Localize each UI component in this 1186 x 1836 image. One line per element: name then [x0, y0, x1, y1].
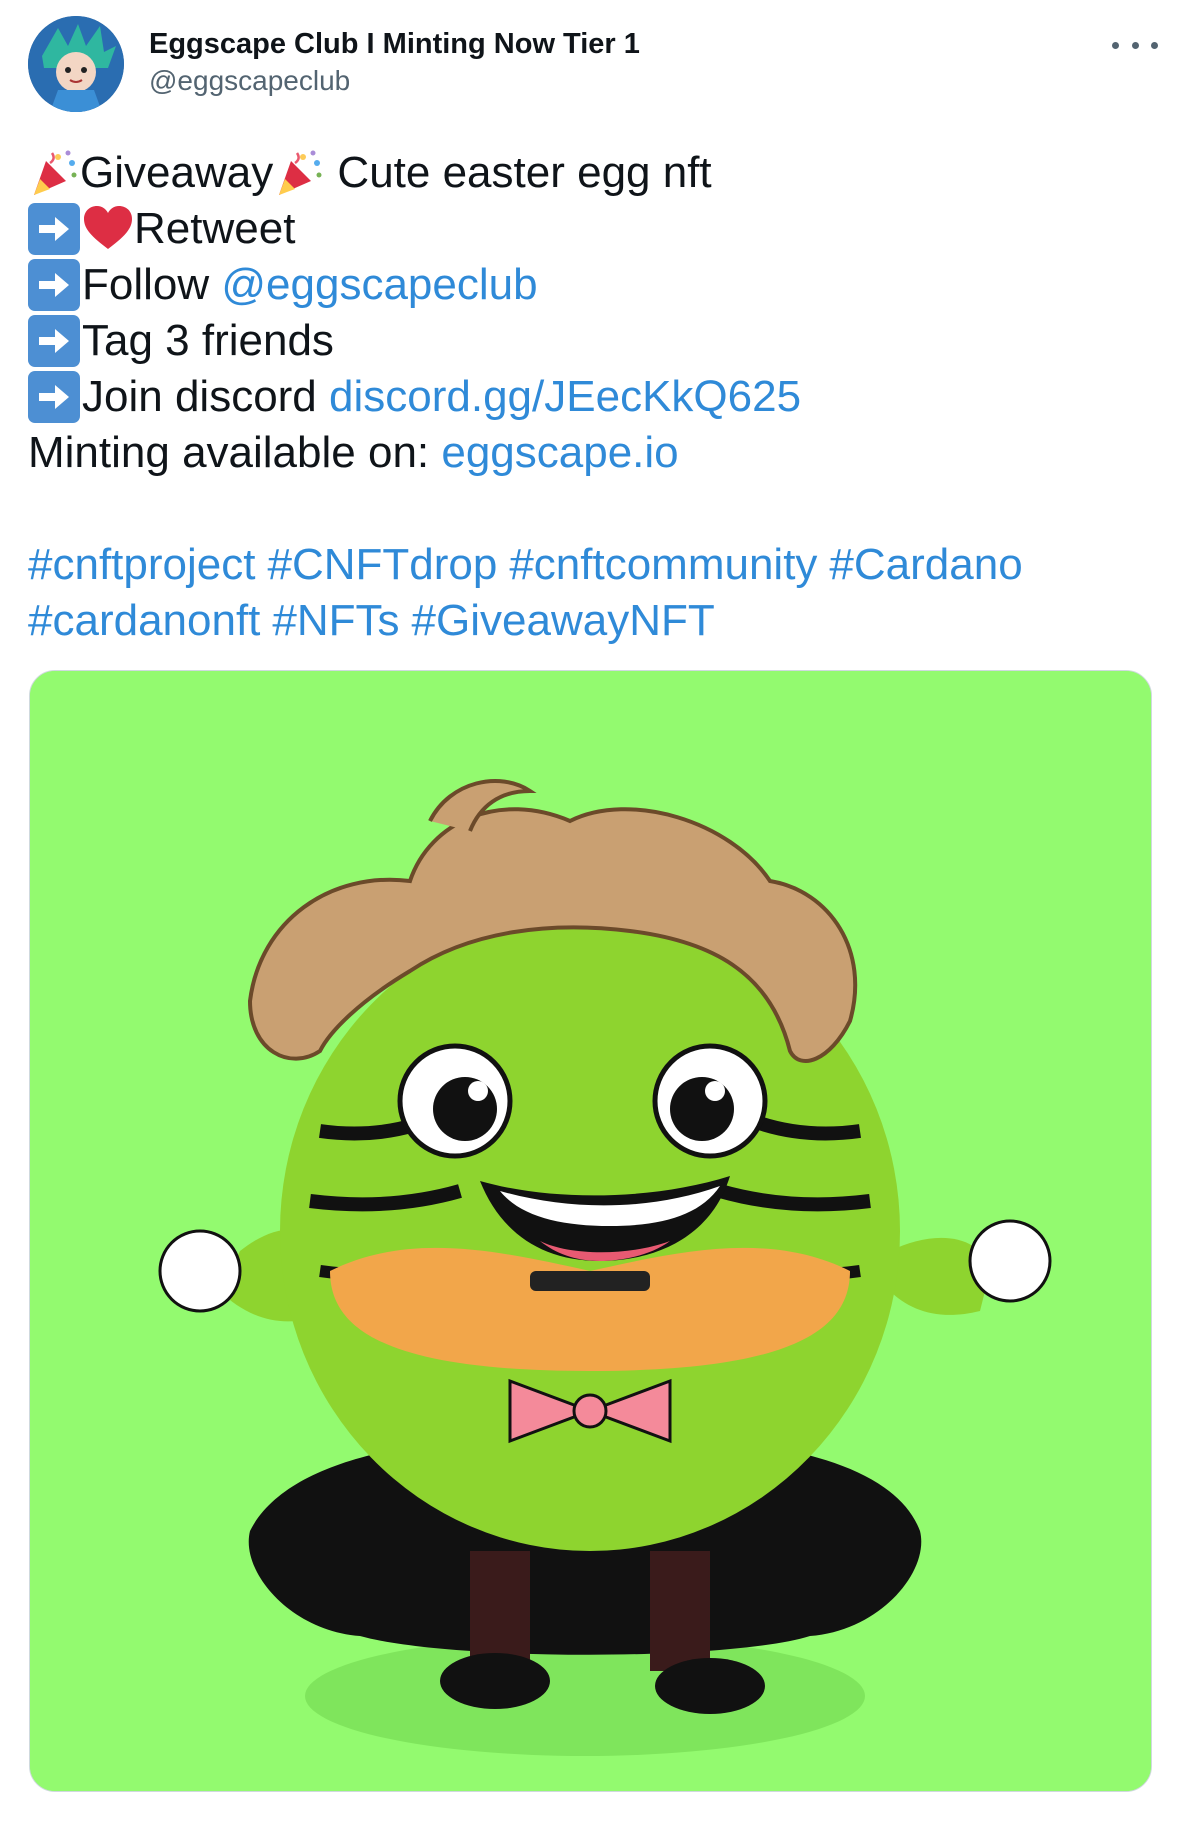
author-names: Eggscape Club I Minting Now Tier 1 @eggs…	[149, 26, 640, 100]
hashtag-link[interactable]: #cnftproject	[28, 537, 255, 593]
minting-text: Minting available on:	[28, 428, 442, 477]
hashtags-line-1: #cnftproject #CNFTdrop #cnftcommunity #C…	[28, 537, 1158, 593]
website-link[interactable]: eggscape.io	[441, 425, 678, 481]
join-text: Join discord	[82, 372, 330, 421]
line-minting: Minting available on: eggscape.io	[28, 425, 1158, 481]
giveaway-text: Giveaway	[80, 148, 274, 197]
more-horizontal-icon[interactable]	[1112, 30, 1158, 60]
right-arrow-icon	[28, 315, 80, 367]
mention-link[interactable]: @eggscapeclub	[221, 257, 537, 313]
avatar[interactable]	[28, 16, 124, 112]
heart-icon	[84, 206, 132, 249]
hashtag-link[interactable]: #NFTs	[272, 593, 399, 649]
hashtag-link[interactable]: #cnftcommunity	[509, 537, 817, 593]
tag-text: Tag 3 friends	[82, 316, 334, 365]
hashtag-link[interactable]: #CNFTdrop	[267, 537, 497, 593]
egg-character-nft-image	[30, 671, 1151, 1791]
party-popper-icon	[34, 150, 77, 195]
line-retweet: Retweet	[28, 201, 1158, 257]
display-name[interactable]: Eggscape Club I Minting Now Tier 1	[149, 26, 640, 62]
right-arrow-icon	[28, 203, 80, 255]
line-discord: Join discord discord.gg/JEecKkQ625	[28, 369, 1158, 425]
line-tag: Tag 3 friends	[28, 313, 1158, 369]
hashtag-link[interactable]: #cardanonft	[28, 593, 260, 649]
tweet-card: Eggscape Club I Minting Now Tier 1 @eggs…	[0, 0, 1186, 1836]
tweet-header: Eggscape Club I Minting Now Tier 1 @eggs…	[28, 16, 1158, 116]
hashtag-link[interactable]: #Cardano	[829, 537, 1022, 593]
line-giveaway: Giveaway Cute easter egg nft	[28, 145, 1158, 201]
discord-link[interactable]: discord.gg/JEecKkQ625	[329, 369, 801, 425]
line-follow: Follow @eggscapeclub	[28, 257, 1158, 313]
retweet-text: Retweet	[134, 204, 296, 253]
author-handle[interactable]: @eggscapeclub	[149, 62, 640, 100]
right-arrow-icon	[28, 259, 80, 311]
tweet-text: Giveaway Cute easter egg nft Retweet Fol…	[28, 145, 1158, 649]
right-arrow-icon	[28, 371, 80, 423]
follow-text: Follow	[82, 260, 222, 309]
tweet-media-image[interactable]	[29, 670, 1152, 1792]
party-popper-icon	[279, 150, 322, 195]
hashtag-link[interactable]: #GiveawayNFT	[412, 593, 715, 649]
hashtags-line-2: #cardanonft #NFTs #GiveawayNFT	[28, 593, 1158, 649]
title-text: Cute easter egg nft	[325, 148, 712, 197]
